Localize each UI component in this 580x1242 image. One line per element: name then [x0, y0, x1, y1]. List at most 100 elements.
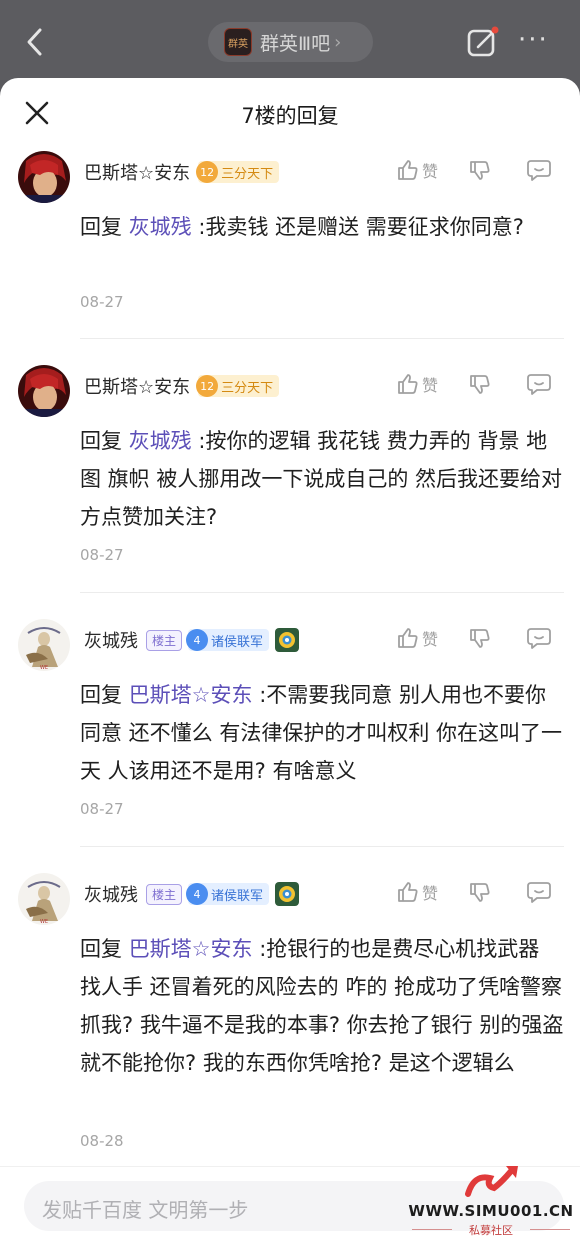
dislike-button[interactable] — [468, 880, 492, 904]
like-label: 赞 — [422, 630, 439, 649]
like-label: 赞 — [422, 376, 439, 395]
like-button[interactable]: 赞 — [396, 158, 438, 182]
thumbs-down-icon — [470, 883, 490, 902]
reply-text: 回复 灰城残 :我卖钱 还是赠送 需要征求你同意? — [80, 208, 566, 246]
reply-sheet: 7楼的回复 巴斯塔☆安东 12 三分天下 赞 回复 灰城残:我卖钱 还是赠送 … — [0, 78, 580, 1242]
reply-prefix: 回复 — [80, 683, 122, 707]
reply-date: 08-27 — [80, 800, 124, 818]
username[interactable]: 灰城残 — [84, 627, 138, 653]
chevron-right-icon: › — [334, 31, 342, 53]
reply-prefix: 回复 — [80, 215, 122, 239]
reply-date: 08-27 — [80, 546, 124, 564]
thumbs-down-icon — [470, 375, 490, 394]
like-button[interactable]: 赞 — [396, 372, 438, 396]
reply-text: 回复 灰城残 :按你的逻辑 我花钱 费力弄的 背景 地图 旗帜 被人挪用改一下说… — [80, 422, 566, 536]
sheet-header: 7楼的回复 — [0, 78, 580, 148]
reply-content: :我卖钱 还是赠送 需要征求你同意? — [198, 215, 524, 239]
reply-date: 08-28 — [80, 1132, 124, 1150]
watermark-site: WWW.SIMU001.CN — [408, 1202, 574, 1220]
reply-prefix: 回复 — [80, 937, 122, 961]
sheet-title: 7楼的回复 — [241, 104, 339, 128]
user-row: 巴斯塔☆安东 12 三分天下 — [84, 157, 280, 187]
mention-link[interactable]: 灰城残 — [129, 215, 192, 239]
username[interactable]: 巴斯塔☆安东 — [84, 373, 190, 399]
reply-date: 08-27 — [80, 293, 124, 311]
user-row: 灰城残 楼主 4 诸侯联军 — [84, 879, 300, 909]
compose-button[interactable] — [466, 26, 500, 58]
thumbs-down-icon — [470, 161, 490, 180]
reply-actions: 赞 — [396, 372, 552, 396]
dislike-button[interactable] — [468, 372, 492, 396]
thumbs-up-icon — [398, 628, 418, 648]
reply-item: 巴斯塔☆安东 12 三分天下 赞 — [0, 148, 580, 340]
level-title: 三分天下 — [221, 380, 274, 396]
divider — [80, 846, 564, 847]
mention-link[interactable]: 灰城残 — [129, 429, 192, 453]
mention-link[interactable]: 巴斯塔☆安东 — [129, 683, 253, 707]
avatar[interactable]: WE — [18, 619, 70, 671]
thumbs-up-icon — [398, 882, 418, 902]
comment-button[interactable] — [526, 880, 552, 904]
thumbs-up-icon — [398, 160, 418, 180]
level-title: 诸侯联军 — [211, 888, 264, 904]
level-number: 12 — [196, 375, 219, 397]
level-badge: 12 三分天下 — [196, 161, 280, 183]
comment-placeholder: 发贴千百度 文明第一步 — [42, 1198, 249, 1222]
level-number: 4 — [186, 883, 209, 905]
reply-prefix: 回复 — [80, 429, 122, 453]
comment-icon — [527, 160, 551, 181]
watermark-sub: 私募社区 — [469, 1224, 513, 1237]
like-label: 赞 — [422, 162, 439, 181]
comment-button[interactable] — [526, 626, 552, 650]
divider — [80, 338, 564, 339]
level-title: 三分天下 — [221, 166, 274, 182]
comment-icon — [527, 882, 551, 903]
user-row: 巴斯塔☆安东 12 三分天下 — [84, 371, 280, 401]
medal-icon — [275, 628, 300, 652]
comment-button[interactable] — [526, 372, 552, 396]
chevron-left-icon — [27, 28, 42, 56]
edit-icon — [467, 26, 499, 57]
owner-badge: 楼主 — [146, 629, 183, 651]
level-badge: 4 诸侯联军 — [186, 629, 270, 651]
like-label: 赞 — [422, 884, 439, 903]
avatar[interactable] — [18, 151, 70, 203]
username[interactable]: 灰城残 — [84, 881, 138, 907]
reply-actions: 赞 — [396, 880, 552, 904]
watermark-divider — [530, 1229, 570, 1230]
divider — [80, 592, 564, 593]
comment-icon — [527, 628, 551, 649]
thumbs-up-icon — [398, 374, 418, 394]
medal-icon — [275, 882, 300, 906]
level-badge: 4 诸侯联军 — [186, 883, 270, 905]
reply-item: 巴斯塔☆安东 12 三分天下 赞 — [0, 340, 580, 594]
avatar[interactable] — [18, 365, 70, 417]
svg-text:WE: WE — [40, 665, 48, 671]
forum-logo: 群英 — [224, 28, 252, 56]
dislike-button[interactable] — [468, 158, 492, 182]
top-nav-bar: 群英 群英Ⅲ吧 › ··· — [0, 0, 580, 80]
reply-actions: 赞 — [396, 626, 552, 650]
like-button[interactable]: 赞 — [396, 880, 438, 904]
user-row: 灰城残 楼主 4 诸侯联军 — [84, 625, 300, 655]
level-number: 4 — [186, 629, 209, 651]
mention-link[interactable]: 巴斯塔☆安东 — [129, 937, 253, 961]
like-button[interactable]: 赞 — [396, 626, 438, 650]
forum-link[interactable]: 群英 群英Ⅲ吧 › — [208, 22, 373, 62]
level-number: 12 — [196, 161, 219, 183]
owner-badge: 楼主 — [146, 883, 183, 905]
reply-text: 回复 巴斯塔☆安东 :抢银行的也是费尽心机找武器 找人手 还冒着死的风险去的 咋… — [80, 930, 566, 1082]
reply-text: 回复 巴斯塔☆安东 :不需要我同意 别人用也不要你同意 还不懂么 有法律保护的才… — [80, 676, 566, 790]
more-icon[interactable]: ··· — [518, 27, 554, 54]
level-title: 诸侯联军 — [211, 634, 264, 650]
reply-list: 巴斯塔☆安东 12 三分天下 赞 回复 灰城残:我卖钱 还是赠送 需要征求你同… — [0, 148, 580, 1178]
forum-name: 群英Ⅲ吧 — [260, 32, 331, 55]
thumbs-down-icon — [470, 629, 490, 648]
back-button[interactable] — [20, 24, 50, 60]
dislike-button[interactable] — [468, 626, 492, 650]
comment-button[interactable] — [526, 158, 552, 182]
avatar[interactable]: WE — [18, 873, 70, 925]
svg-text:WE: WE — [40, 919, 48, 925]
watermark-logo-icon — [465, 1166, 518, 1197]
username[interactable]: 巴斯塔☆安东 — [84, 159, 190, 185]
